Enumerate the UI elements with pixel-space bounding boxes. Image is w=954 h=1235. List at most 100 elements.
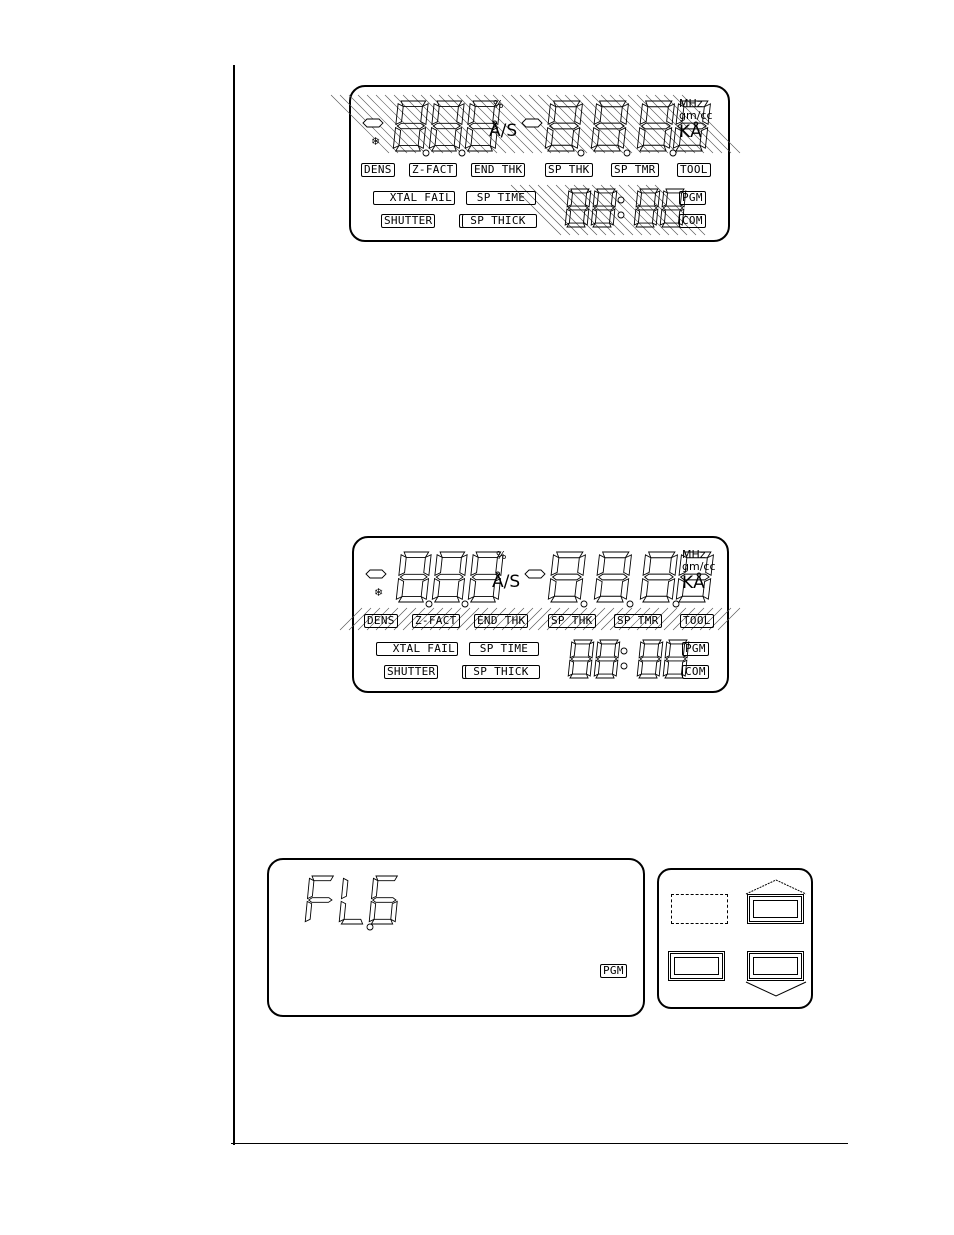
segment-d	[397, 596, 424, 603]
annunciator-shutter: SHUTTER	[384, 665, 439, 679]
minus-sign-thickness	[521, 118, 543, 128]
rate-digit-1	[395, 551, 432, 603]
annunciator-pgm: PGM	[682, 642, 709, 656]
segment-f	[595, 641, 602, 659]
page-margin-line	[233, 65, 235, 1145]
segment-b	[613, 641, 621, 659]
unit-mhz: MHz	[682, 548, 706, 561]
minus-sign-thickness	[524, 569, 546, 579]
page-bottom-rule	[231, 1143, 848, 1144]
annunciator-sp-thk: SP THK	[548, 614, 596, 628]
decimal-point	[422, 149, 430, 157]
annunciator-xtal-fail: XTAL FAIL	[376, 642, 458, 656]
segment-a	[598, 100, 627, 108]
segment-e	[659, 208, 667, 226]
segment-c	[654, 659, 662, 677]
segment-b	[610, 190, 618, 208]
segment-d	[370, 918, 394, 925]
segment-e	[636, 659, 644, 677]
annunciator-com: COM	[679, 214, 706, 228]
segment-e	[567, 659, 575, 677]
unit-kilo-angstrom: KÅ	[679, 122, 702, 142]
unit-angstrom-per-sec: Å/S	[492, 572, 521, 592]
decimal-point	[672, 600, 680, 608]
segment-d	[638, 673, 658, 679]
segment-g	[551, 573, 582, 581]
decimal-point	[458, 149, 466, 157]
segment-b	[587, 641, 595, 659]
segment-e	[304, 900, 313, 923]
annunciator-sp-time: SP TIME	[469, 642, 539, 656]
segment-g	[548, 122, 579, 130]
segment-e	[662, 659, 670, 677]
time-digit-1	[564, 188, 592, 228]
time-colon-bottom	[617, 211, 625, 219]
segment-a	[642, 639, 662, 645]
annunciator-com: COM	[682, 665, 709, 679]
program-digit-2	[338, 877, 364, 925]
segment-g	[639, 656, 661, 662]
segment-d	[595, 673, 615, 679]
annunciator-end-thk: END THK	[471, 163, 526, 177]
segment-f	[340, 877, 349, 900]
fl6-readout	[304, 875, 399, 931]
time-digit-2	[593, 639, 621, 679]
annunciator-sp-tmr: SP TMR	[614, 614, 662, 628]
segment-f	[550, 554, 560, 577]
segment-a	[601, 551, 630, 559]
time-digit-3	[636, 639, 664, 679]
segment-a	[647, 551, 676, 559]
down-key[interactable]	[747, 951, 804, 981]
unit-mhz: MHz	[679, 97, 703, 110]
segment-f	[547, 103, 557, 126]
annunciator-end-thk: END THK	[474, 614, 529, 628]
decimal-point	[461, 600, 469, 608]
segment-g	[399, 573, 428, 581]
time-digit-2	[590, 188, 618, 228]
segment-d	[550, 595, 578, 603]
annunciator-sp-thk: SP THK	[545, 163, 593, 177]
program-digit-3	[368, 875, 399, 925]
thickness-digit-3	[639, 551, 678, 603]
decimal-point	[425, 600, 433, 608]
segment-f	[434, 553, 443, 577]
program-digit-1	[304, 875, 335, 923]
blank-key[interactable]	[671, 894, 728, 924]
segment-d	[596, 595, 624, 603]
decimal-point	[626, 600, 634, 608]
segment-f	[661, 190, 668, 208]
segment-d	[675, 144, 703, 152]
segment-f	[642, 554, 652, 577]
segment-d	[642, 595, 670, 603]
annunciator-sp-tmr: SP TMR	[611, 163, 659, 177]
segment-g	[594, 122, 625, 130]
annunciator-shutter: SHUTTER	[381, 214, 436, 228]
annunciator-sp-thick: SP THICK	[459, 214, 537, 228]
segment-d	[547, 144, 575, 152]
segment-f	[398, 553, 407, 577]
segment-e	[338, 900, 347, 923]
annunciator-pgm: PGM	[600, 964, 627, 978]
segment-d	[678, 595, 706, 603]
segment-g	[662, 205, 684, 211]
segment-c	[574, 577, 584, 600]
segment-c	[620, 577, 630, 600]
segment-a	[599, 639, 619, 645]
crystal-icon: ❄	[374, 586, 383, 599]
segment-c	[611, 659, 619, 677]
left-key[interactable]	[668, 951, 725, 981]
segment-g	[597, 573, 628, 581]
unit-angstrom-per-sec: Å/S	[489, 121, 518, 141]
segment-a	[375, 875, 399, 882]
segment-c	[453, 126, 463, 150]
segment-e	[368, 900, 377, 923]
annunciator-dens: DENS	[364, 614, 398, 628]
up-key[interactable]	[747, 894, 804, 924]
segment-d	[430, 145, 457, 152]
unit-kilo-angstrom: KÅ	[682, 573, 705, 593]
unit-percent: %	[493, 98, 504, 111]
segment-d	[340, 918, 364, 925]
segment-c	[666, 577, 676, 600]
segment-g	[435, 573, 464, 581]
segment-g	[396, 122, 425, 130]
